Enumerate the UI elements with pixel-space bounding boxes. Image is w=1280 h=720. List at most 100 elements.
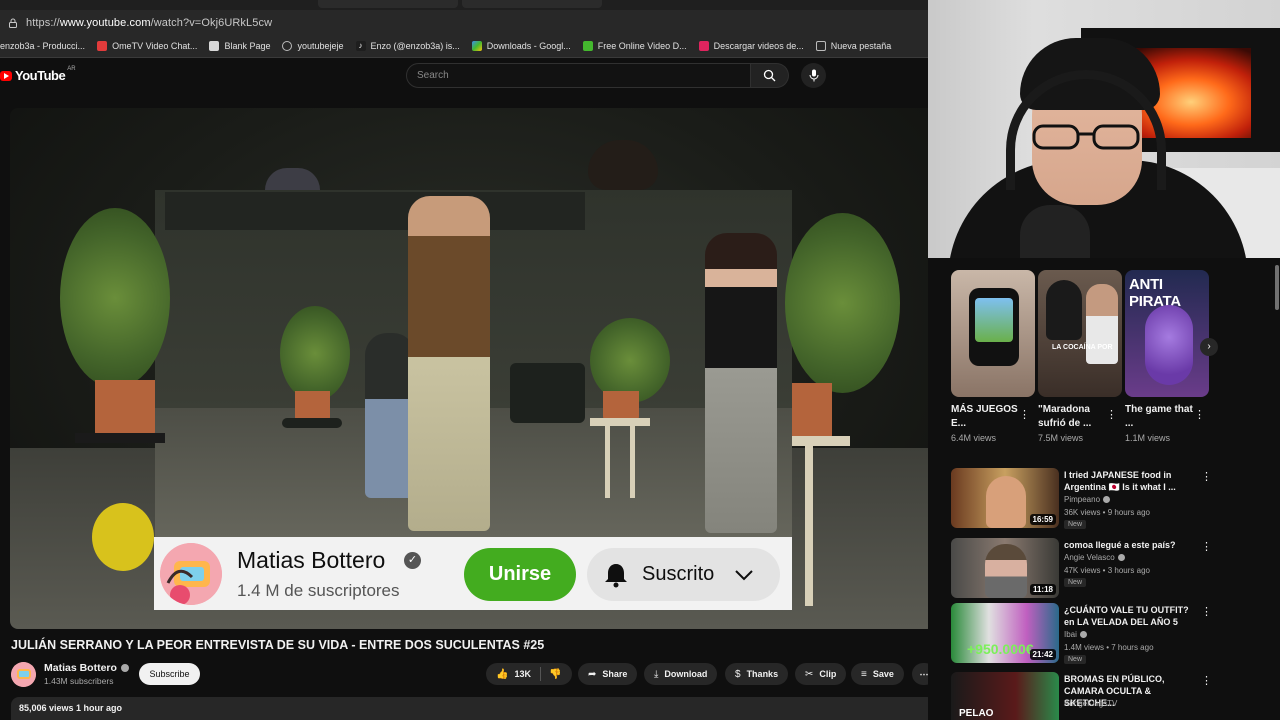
short-thumbnail[interactable] [951, 270, 1035, 397]
verified-icon [120, 664, 129, 672]
bookmark-item[interactable]: enzob3a - Producci... [0, 41, 85, 51]
shorts-next-button[interactable]: › [1200, 338, 1218, 356]
verified-icon [1117, 554, 1125, 561]
bookmark-label: Nueva pestaña [830, 41, 892, 51]
bookmark-item[interactable]: youtubejeje [282, 41, 344, 51]
short-views: 6.4M views [951, 433, 997, 443]
youtube-logo[interactable]: YouTube AR [0, 66, 76, 83]
bookmark-item[interactable]: Downloads - Googl... [471, 41, 571, 51]
join-button[interactable]: Unirse [464, 548, 576, 601]
plant-illustration [280, 306, 350, 401]
bookmark-label: Downloads - Googl... [486, 41, 571, 51]
lock-icon [9, 18, 17, 28]
related-meta: 36K views • 9 hours ago [1064, 508, 1150, 517]
voice-search-button[interactable] [801, 63, 826, 88]
related-video-title: ¿CUÁNTO VALE TU OUTFIT? en LA VELADA DEL… [1064, 605, 1189, 627]
related-channel-name: Ibai [1064, 630, 1077, 639]
short-title[interactable]: "Maradona sufrió de ... [1038, 403, 1114, 431]
more-options-icon[interactable]: ⋮ [1106, 408, 1117, 421]
video-duration: 21:42 [1029, 649, 1056, 660]
short-views: 1.1M views [1125, 433, 1171, 443]
person-figure [1086, 284, 1118, 364]
video-thumbnail: +950.000€ 21:42 [951, 603, 1059, 663]
more-options-icon[interactable]: ⋮ [1201, 540, 1212, 553]
thanks-button[interactable]: $ Thanks [725, 663, 789, 685]
plant-pot [792, 383, 832, 443]
sidebar-scrollbar[interactable] [1275, 265, 1279, 310]
download-arrow-icon [582, 41, 593, 51]
side-table [792, 436, 850, 446]
related-video-item[interactable]: +950.000€ 21:42 ¿CUÁNTO VALE TU OUTFIT? … [951, 603, 1280, 665]
video-thumbnail: 11:18 [951, 538, 1059, 598]
save-label: Save [872, 669, 894, 679]
short-title[interactable]: The game that ... [1125, 403, 1201, 431]
related-channel: Pimpeano [1064, 495, 1111, 504]
bookmark-item[interactable]: Free Online Video D... [582, 41, 687, 51]
globe-icon [282, 41, 293, 51]
chevron-right-icon: › [1207, 341, 1211, 352]
smartwatch-illustration [969, 288, 1019, 366]
related-video-item[interactable]: 16:59 I tried JAPANESE food in Argentina… [951, 468, 1280, 530]
related-video-item[interactable]: PELAO BROMAS EN PÚBLICO, CAMARA OCULTA &… [951, 672, 1280, 720]
tiktok-icon: ♪ [355, 41, 366, 51]
download-button[interactable]: ⤓ Download [644, 663, 718, 685]
subscribed-button[interactable]: Suscrito [587, 548, 780, 601]
channel-name[interactable]: Matias Bottero [44, 662, 129, 674]
more-options-icon[interactable]: ⋮ [1194, 408, 1205, 421]
bookmark-item[interactable]: Nueva pestaña [815, 41, 892, 51]
description-box[interactable]: 85,006 views 1 hour ago [11, 697, 935, 720]
related-meta: 47K views • 3 hours ago [1064, 566, 1150, 575]
share-button[interactable]: ➦ Share [578, 663, 638, 685]
related-video-title: comoa llegué a este país? [1064, 540, 1176, 550]
search-icon [763, 69, 776, 82]
video-duration: 16:59 [1029, 514, 1056, 525]
related-channel: Ibai [1064, 630, 1087, 639]
browser-tab[interactable] [462, 0, 602, 8]
plant-illustration [785, 213, 900, 393]
related-sidebar: LA COCAÍNA POR ANTI PIRATA › MÁS JUEGOS … [928, 258, 1280, 720]
related-channel-name: KringeKingsTV [1064, 699, 1118, 708]
bookmark-label: Enzo (@enzob3a) is... [370, 41, 460, 51]
clip-button[interactable]: ✂ Clip [795, 663, 847, 685]
dragon-illustration [1145, 305, 1193, 385]
subscribe-button[interactable]: Subscribe [139, 663, 200, 685]
more-options-icon[interactable]: ⋮ [1201, 674, 1212, 687]
address-bar[interactable]: https://www.youtube.com/watch?v=Okj6URkL… [0, 10, 928, 35]
channel-name-text: Matias Bottero [44, 662, 117, 674]
plant-illustration [60, 208, 170, 388]
search-button[interactable] [751, 63, 789, 88]
like-button[interactable]: 👍 13K [496, 667, 541, 681]
more-options-icon[interactable]: ⋮ [1201, 605, 1212, 618]
short-title[interactable]: MÁS JUEGOS E... [951, 403, 1027, 431]
short-thumbnail[interactable]: LA COCAÍNA POR [1038, 270, 1122, 397]
avatar-illustration [11, 662, 36, 687]
save-button[interactable]: ≡ Save [851, 663, 904, 685]
browser-tab[interactable] [318, 0, 458, 8]
bookmark-label: OmeTV Video Chat... [112, 41, 198, 51]
bookmark-label: youtubejeje [297, 41, 344, 51]
related-channel: Angie Velasco [1064, 553, 1125, 562]
bookmark-item[interactable]: Descargar videos de... [698, 41, 804, 51]
youtube-play-icon [0, 70, 12, 81]
page-icon [815, 41, 826, 51]
more-options-icon[interactable]: ⋮ [1019, 408, 1030, 421]
channel-avatar[interactable] [11, 662, 36, 687]
save-playlist-icon: ≡ [861, 668, 867, 680]
balloon-illustration [92, 503, 154, 571]
video-player[interactable]: Matias Bottero ✓ 1.4 M de suscriptores U… [10, 108, 935, 629]
subscribe-overlay-banner: Matias Bottero ✓ 1.4 M de suscriptores U… [154, 537, 792, 610]
search-input[interactable]: Search [406, 63, 751, 88]
related-video-item[interactable]: 11:18 comoa llegué a este país? Angie Ve… [951, 538, 1280, 600]
short-thumbnail[interactable]: ANTI PIRATA [1125, 270, 1209, 397]
dislike-button[interactable]: 👎 [541, 669, 567, 680]
related-channel-name: Pimpeano [1064, 495, 1101, 504]
bookmark-item[interactable]: OmeTV Video Chat... [97, 41, 197, 51]
webcam-overlay [928, 0, 1280, 258]
side-table [75, 433, 165, 443]
scissors-icon: ✂ [805, 668, 814, 680]
bookmark-item[interactable]: Blank Page [209, 41, 270, 51]
dancing-person-figure [408, 196, 490, 531]
bookmark-item[interactable]: ♪ Enzo (@enzob3a) is... [355, 41, 460, 51]
more-options-icon[interactable]: ⋮ [1201, 470, 1212, 483]
page-icon [209, 41, 220, 51]
